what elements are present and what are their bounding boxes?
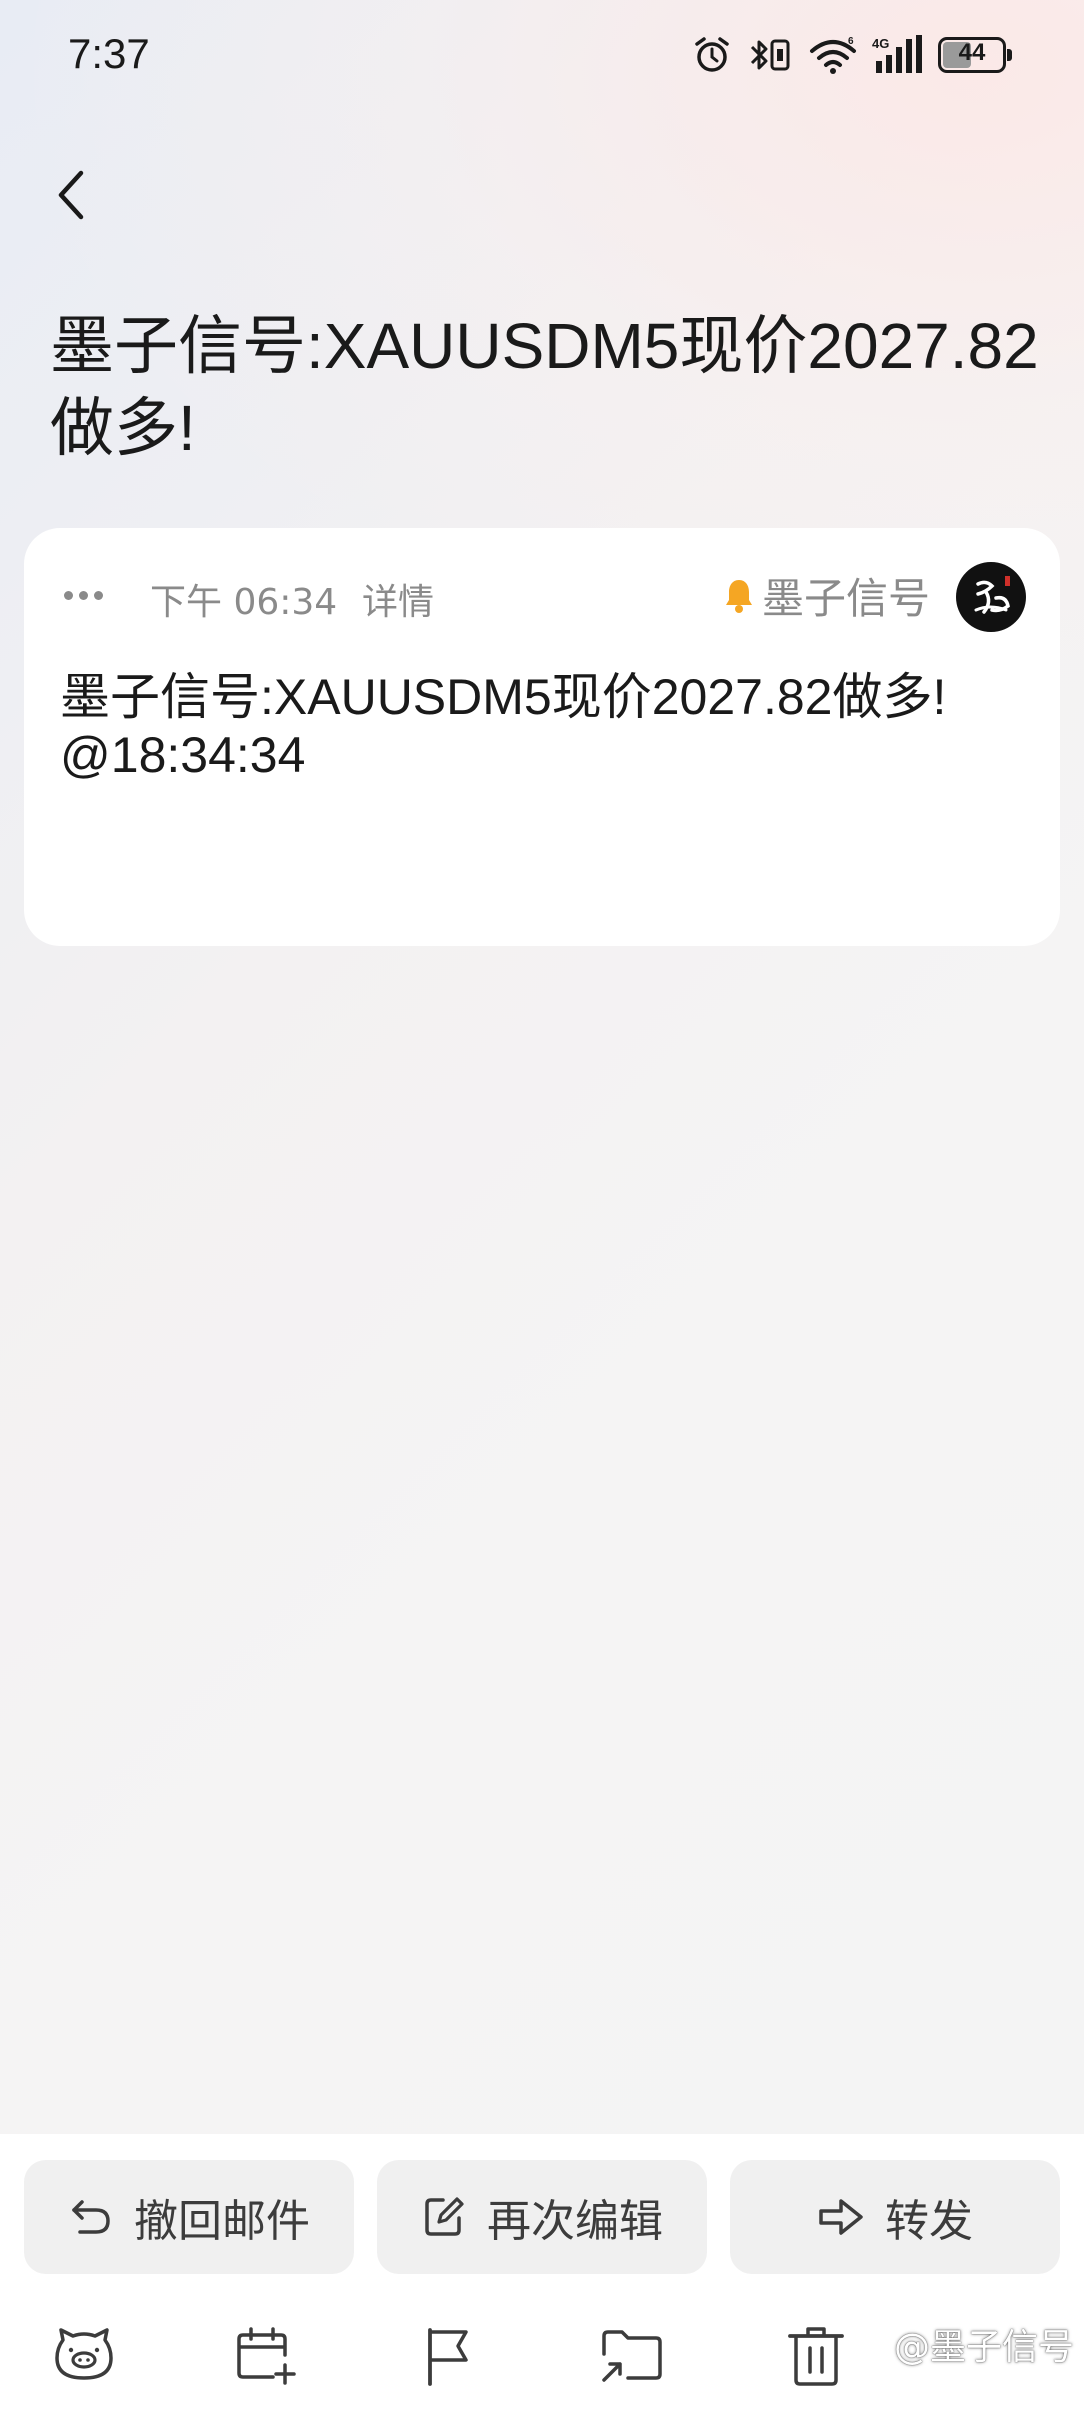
undo-icon: [72, 2200, 110, 2234]
cellular-signal-icon: 4G: [872, 35, 924, 75]
status-time: 7:37: [68, 30, 150, 77]
chevron-left-icon: [58, 170, 84, 220]
alarm-icon: [692, 35, 732, 75]
battery-icon: 44: [938, 37, 1012, 73]
sender-name: 墨子信号: [761, 573, 930, 623]
recall-mail-button[interactable]: 撤回邮件: [24, 2160, 354, 2274]
message-card: 下午 06:34 详情 墨子信号 墨子信号:XAUUSDM5现价2027.82做…: [24, 528, 1060, 946]
edit-again-label: 再次编辑: [487, 2196, 663, 2247]
forward-arrow-icon: [819, 2199, 863, 2235]
avatar[interactable]: [956, 562, 1026, 632]
message-body: 墨子信号:XAUUSDM5现价2027.82做多! @18:34:34: [60, 668, 1040, 784]
wifi-icon: 6: [808, 35, 858, 75]
details-link[interactable]: 详情: [362, 573, 434, 625]
zhihu-logo-icon: [863, 2330, 887, 2359]
move-to-folder-button[interactable]: [596, 2320, 668, 2392]
forward-button[interactable]: 转发: [730, 2160, 1060, 2274]
page-title: 墨子信号:XAUUSDM5现价2027.82做多!: [50, 310, 1039, 464]
trash-icon: [788, 2327, 844, 2386]
flag-icon: [428, 2328, 468, 2386]
pig-button[interactable]: [48, 2320, 120, 2392]
pig-icon: [55, 2328, 113, 2380]
message-body-line: 墨子信号:XAUUSDM5现价2027.82做多!: [60, 669, 947, 725]
svg-text:4G: 4G: [872, 36, 889, 51]
status-bar: 7:37 6 4G 44: [0, 0, 1084, 110]
status-icons: 6 4G 44: [692, 34, 1012, 76]
message-time: 下午 06:34: [150, 582, 338, 623]
add-to-calendar-button[interactable]: [230, 2320, 302, 2392]
sender-logo-icon: [974, 576, 1010, 614]
back-button[interactable]: [40, 155, 100, 235]
more-options-icon[interactable]: [64, 583, 114, 607]
watermark-text: @墨子信号: [893, 2327, 1074, 2368]
forward-label: 转发: [885, 2196, 973, 2247]
battery-level: 44: [958, 39, 986, 66]
bell-icon: [725, 580, 752, 613]
svg-text:6: 6: [848, 36, 854, 47]
add-calendar-icon: [237, 2327, 296, 2385]
message-body-line: @18:34:34: [60, 727, 306, 783]
move-folder-icon: [602, 2330, 662, 2382]
delete-button[interactable]: [780, 2320, 852, 2392]
flag-button[interactable]: [412, 2320, 484, 2392]
edit-again-button[interactable]: 再次编辑: [377, 2160, 707, 2274]
edit-icon: [425, 2197, 464, 2236]
recall-mail-label: 撤回邮件: [134, 2196, 310, 2247]
bottom-action-panel: 撤回邮件 再次编辑 转发: [0, 2134, 1084, 2412]
sender[interactable]: 墨子信号: [724, 570, 930, 623]
watermark: @墨子信号: [860, 2318, 1074, 2370]
bluetooth-vibrate-icon: [746, 35, 794, 75]
